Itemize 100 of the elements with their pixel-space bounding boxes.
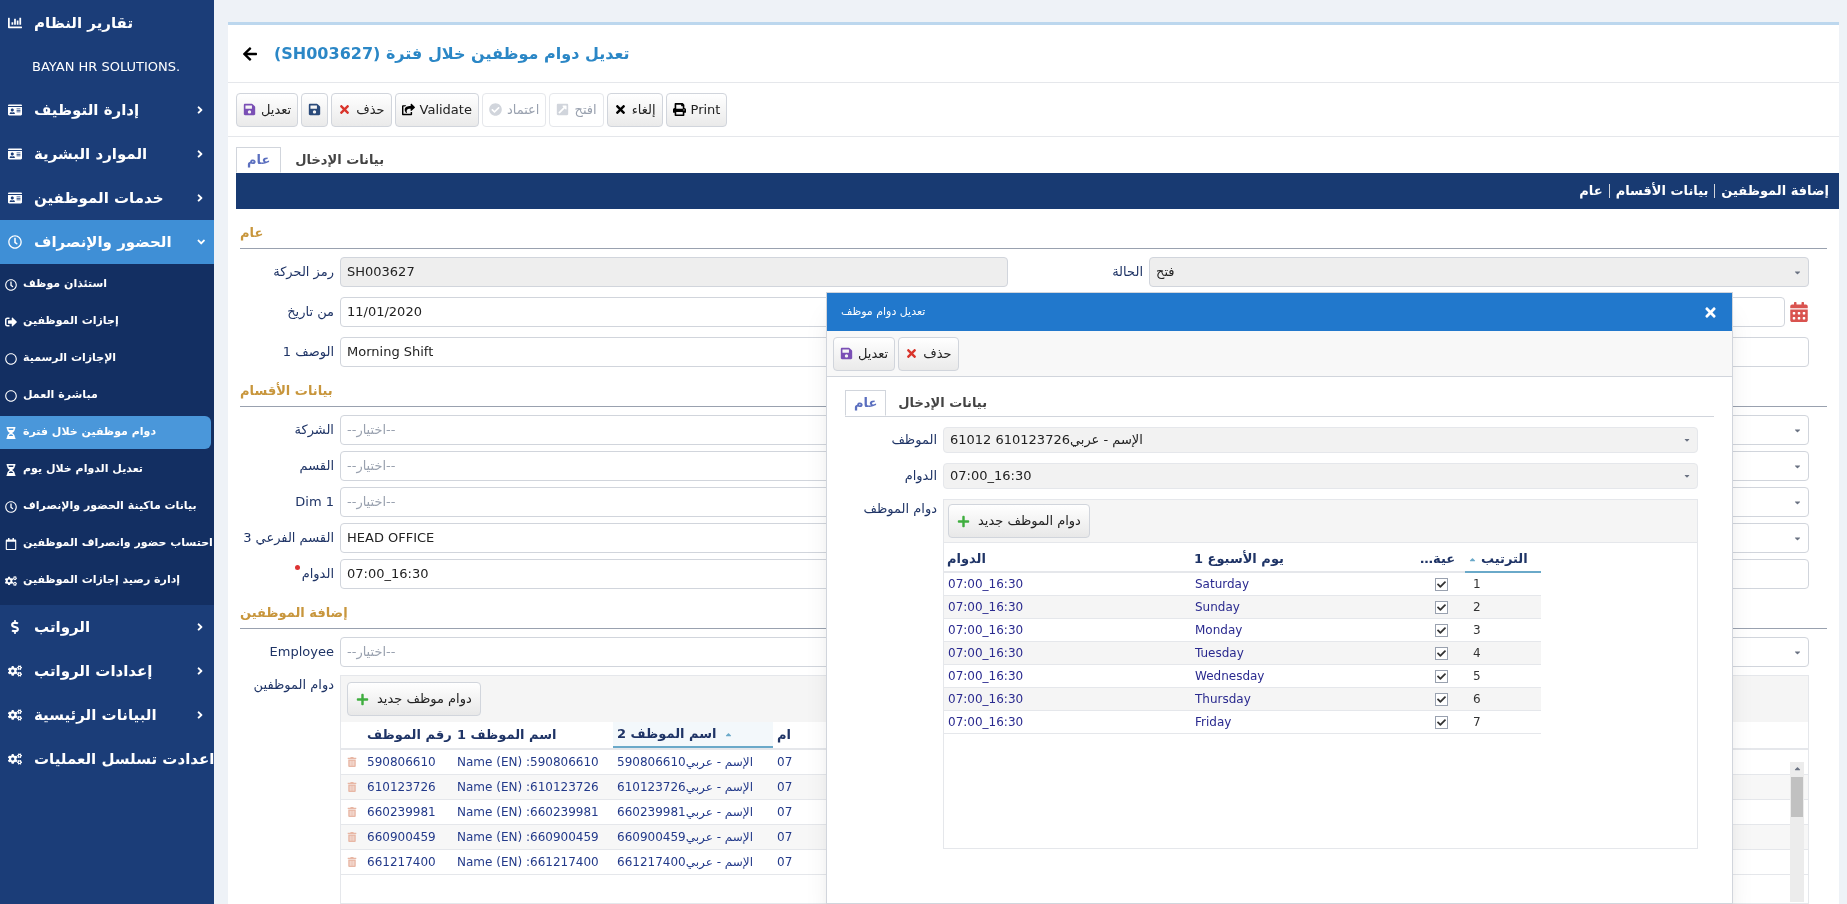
gears-icon [8, 708, 22, 722]
section-link[interactable]: عام [1579, 181, 1603, 201]
new-button[interactable]: دوام موظف جديد [347, 682, 481, 716]
id-card-icon [8, 191, 22, 205]
save-icon [243, 103, 256, 116]
table-cell: 590806610 [367, 755, 436, 769]
submenu-item[interactable]: احتساب حضور وانصراف الموظفين [0, 527, 214, 560]
scroll-up-icon[interactable] [1792, 764, 1802, 773]
table-cell: 07:00_16:30 [948, 577, 1024, 591]
gears-icon [8, 752, 22, 766]
clock-icon [5, 278, 17, 291]
checkbox[interactable] [1434, 600, 1448, 614]
toolbar-button[interactable]: Validate [394, 92, 479, 127]
submenu-item[interactable]: الإجازات الرسمية [0, 342, 214, 375]
column-header[interactable]: رقم الموظف [363, 722, 453, 748]
submenu-item[interactable]: تعديل الدوام خلال يوم [0, 453, 214, 486]
exit-icon [5, 315, 17, 328]
calendar-icon[interactable] [1789, 302, 1809, 322]
table-cell: 07:00_16:30 [948, 623, 1024, 637]
table-cell: 4 [1473, 646, 1481, 660]
tab[interactable]: بيانات الإدخال [285, 147, 395, 173]
caret-icon [1683, 472, 1691, 480]
section-title: عام [240, 223, 264, 242]
submenu-item[interactable]: إجازات الموظفين [0, 305, 214, 338]
toolbar-button[interactable]: حذف [898, 336, 959, 371]
submenu-label: مباشرة العمل [23, 387, 98, 404]
section-title: بيانات الأقسام [240, 381, 333, 400]
sidebar-item[interactable]: الرواتب [0, 605, 214, 649]
table-cell: Name (EN) :660239981 [457, 805, 599, 819]
sidebar-item[interactable]: الموارد البشرية [0, 132, 214, 176]
table-cell: Name (EN) :610123726 [457, 780, 599, 794]
submenu-item[interactable]: مباشرة العمل [0, 379, 214, 412]
table-cell: 07 [777, 855, 793, 869]
field-label: Employee [269, 643, 334, 662]
field-label: القسم الفرعي 3 [243, 529, 334, 548]
bar-chart-icon [8, 16, 22, 30]
section-link[interactable]: بيانات الأقسام [1615, 181, 1709, 201]
toolbar-button[interactable]: حذف [331, 92, 392, 127]
scroll-thumb[interactable] [1791, 777, 1803, 817]
dialog-title: تعديل دوام موظف [841, 303, 926, 320]
column-header[interactable]: اسم الموظف 2 [613, 722, 773, 748]
select-field[interactable]: الإسم - عربي610123726 61012 [943, 427, 1698, 453]
table-cell: Monday [1195, 623, 1243, 637]
select-field[interactable]: 07:00_16:30 [943, 463, 1698, 489]
input-field[interactable]: SH003627 [340, 257, 1008, 287]
submenu-label: احتساب حضور وانصراف الموظفين [23, 535, 213, 552]
gears-icon [8, 664, 22, 678]
checkbox[interactable] [1434, 577, 1448, 591]
column-header[interactable]: يوم الأسبوع 1 [1191, 547, 1417, 573]
sidebar-label: البيانات الرئيسية [34, 704, 157, 726]
field-label: دوام الموظف [863, 500, 937, 519]
submenu-item[interactable]: إدارة رصيد إجازات الموظفين [0, 564, 214, 597]
column-header[interactable]: الدوام [944, 547, 1191, 573]
toolbar-button[interactable]: تعديل [833, 336, 896, 371]
sidebar-label: إدارة التوظيف [34, 99, 140, 121]
tab[interactable]: عام [845, 390, 887, 416]
tab[interactable]: عام [236, 147, 282, 173]
sidebar-item[interactable]: خدمات الموظفين [0, 176, 214, 220]
section-title: إضافة الموظفين [240, 603, 348, 622]
checkbox[interactable] [1434, 692, 1448, 706]
field-label: الدوام [301, 565, 334, 584]
close-icon[interactable] [1703, 304, 1718, 320]
tab[interactable]: بيانات الإدخال [890, 390, 996, 416]
check-icon [1436, 694, 1446, 704]
sidebar-item[interactable]: إعدادات الرواتب [0, 649, 214, 693]
column-header[interactable]: الترتيب [1465, 547, 1541, 573]
sidebar-item[interactable]: إدارة التوظيف [0, 88, 214, 132]
table-cell: 07 [777, 780, 793, 794]
checkbox[interactable] [1434, 715, 1448, 729]
toolbar-button[interactable]: Print [665, 92, 728, 127]
column-header[interactable]: عية… [1417, 547, 1465, 573]
table-cell: 07:00_16:30 [948, 692, 1024, 706]
column-header[interactable]: اسم الموظف 1 [453, 722, 613, 748]
field-label: الحالة [1112, 263, 1143, 282]
submenu-item[interactable]: بيانات ماكينة الحضور والإنصراف [0, 490, 214, 523]
table-cell: 3 [1473, 623, 1481, 637]
toolbar-button[interactable]: تعديل [236, 92, 299, 127]
save-button[interactable] [301, 92, 329, 127]
brand-name: BAYAN HR SOLUTIONS. [32, 58, 181, 77]
table-cell: 07 [777, 805, 793, 819]
back-arrow-icon[interactable] [242, 45, 258, 62]
menu-header[interactable]: تقارير النظام [34, 11, 134, 35]
sidebar-item[interactable]: البيانات الرئيسية [0, 693, 214, 737]
field-label: الشركة [294, 421, 334, 440]
select-field[interactable]: فتح [1149, 257, 1809, 287]
submenu-item[interactable]: استئذان موظف [0, 268, 214, 301]
section-link[interactable]: إضافة الموظفين [1721, 181, 1829, 201]
submenu-label: إدارة رصيد إجازات الموظفين [23, 572, 181, 589]
table-cell: Name (EN) :590806610 [457, 755, 599, 769]
sidebar-item[interactable]: اعدادت تسلسل العمليات [0, 737, 214, 781]
toolbar-button[interactable]: إلغاء [606, 92, 663, 127]
checkbox[interactable] [1434, 669, 1448, 683]
table-cell: Name (EN) :661217400 [457, 855, 599, 869]
submenu-label: تعديل الدوام خلال يوم [23, 461, 143, 478]
new-button[interactable]: دوام الموظف جديد [948, 504, 1090, 538]
checkbox[interactable] [1434, 646, 1448, 660]
sidebar-label: الموارد البشرية [34, 143, 148, 165]
table-cell: Thursday [1195, 692, 1251, 706]
close-icon [338, 103, 352, 116]
checkbox[interactable] [1434, 623, 1448, 637]
